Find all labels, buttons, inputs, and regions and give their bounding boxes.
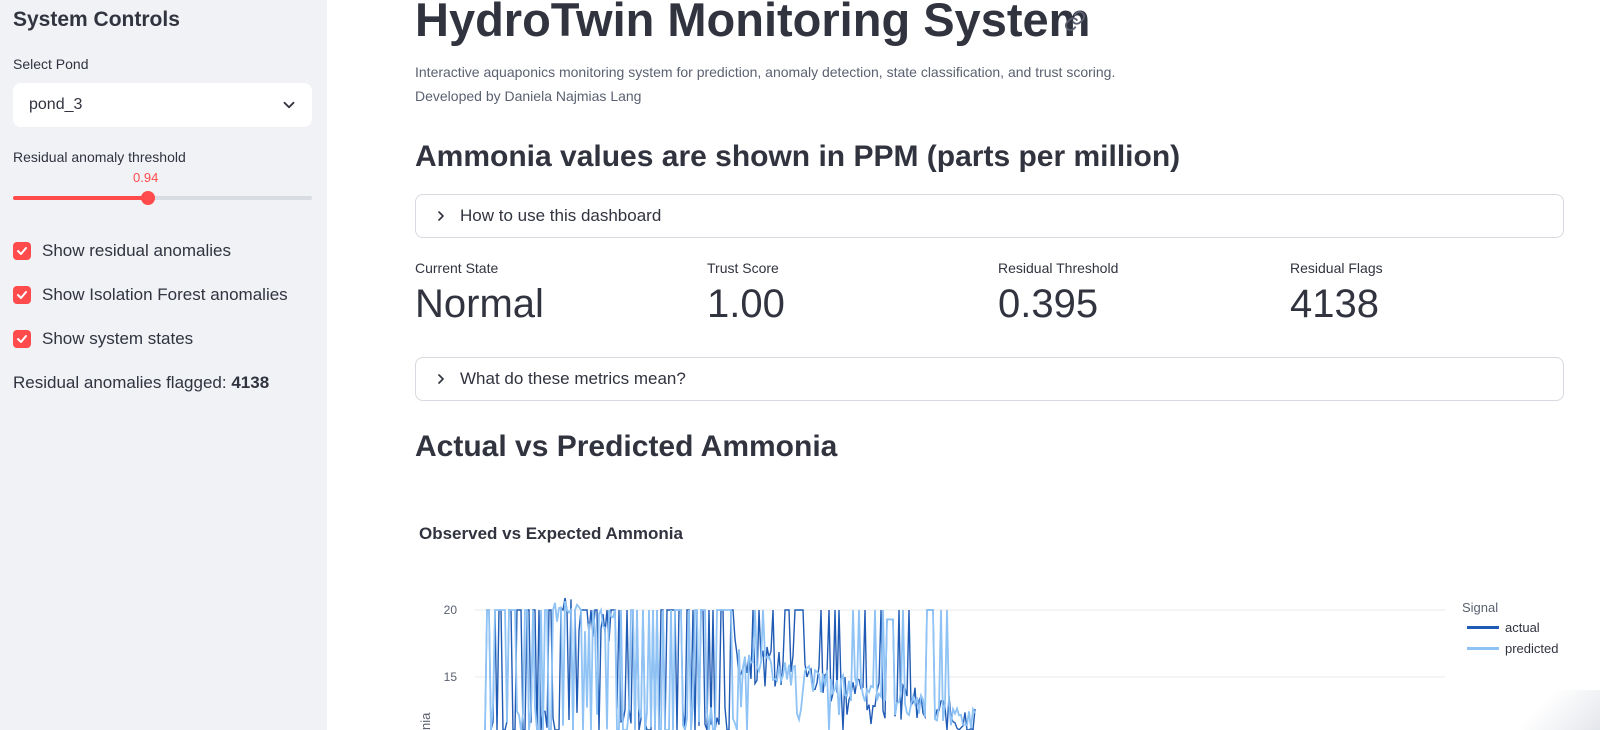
chevron-right-icon [438, 374, 444, 384]
corner-shadow [1520, 690, 1600, 730]
flagged-count: 4138 [231, 373, 270, 392]
page-author: Developed by Daniela Najmias Lang [415, 88, 642, 104]
threshold-slider-fill [13, 196, 148, 200]
chart-heading: Actual vs Predicted Ammonia [415, 430, 838, 463]
pond-select[interactable]: pond_3 [13, 83, 312, 127]
pond-select-label: Select Pond [13, 56, 89, 72]
checkbox-checked-icon[interactable] [13, 286, 31, 304]
threshold-slider-track[interactable] [13, 191, 312, 205]
page-description: Interactive aquaponics monitoring system… [415, 64, 1116, 80]
threshold-slider-label: Residual anomaly threshold [13, 149, 186, 165]
expander-label: How to use this dashboard [460, 206, 662, 225]
metric-residual-threshold: Residual Threshold 0.395 [998, 260, 1118, 327]
chevron-right-icon [438, 211, 444, 221]
link-icon[interactable] [1064, 10, 1086, 32]
page-title: HydroTwin Monitoring System [415, 0, 1091, 46]
metric-value: Normal [415, 282, 544, 326]
checkbox-isolation-forest-anomalies[interactable]: Show Isolation Forest anomalies [13, 285, 288, 305]
expander-label: What do these metrics mean? [460, 369, 686, 388]
checkbox-checked-icon[interactable] [13, 330, 31, 348]
legend-swatch-predicted [1467, 647, 1499, 650]
chart-legend-title: Signal [1462, 600, 1499, 615]
metric-value: 0.395 [998, 282, 1099, 326]
chevron-down-icon [283, 101, 295, 109]
metric-label: Trust Score [707, 260, 779, 276]
metric-label: Residual Threshold [998, 260, 1119, 276]
expander-metrics-meaning[interactable]: What do these metrics mean? [415, 357, 1564, 401]
metric-trust-score: Trust Score 1.00 [707, 260, 785, 327]
flagged-label: Residual anomalies flagged: [13, 373, 227, 392]
residual-flagged-summary: Residual anomalies flagged: 4138 [13, 373, 269, 393]
expander-how-to-use[interactable]: How to use this dashboard [415, 194, 1564, 238]
threshold-slider-value: 0.94 [133, 170, 159, 185]
checkbox-checked-icon[interactable] [13, 242, 31, 260]
chart-y-axis-label: nia [418, 712, 433, 730]
units-heading: Ammonia values are shown in PPM (parts p… [415, 140, 1181, 173]
sidebar-title: System Controls [13, 8, 180, 31]
legend-swatch-actual [1467, 626, 1499, 629]
metric-value: 1.00 [707, 282, 785, 326]
sidebar: System Controls Select Pond pond_3 Resid… [0, 0, 327, 730]
y-tick-label: 20 [444, 603, 458, 617]
checkbox-label: Show system states [42, 329, 194, 348]
metric-residual-flags: Residual Flags 4138 [1290, 260, 1383, 327]
metric-value: 4138 [1290, 282, 1379, 326]
legend-label: actual [1505, 620, 1540, 635]
metric-label: Residual Flags [1290, 260, 1383, 276]
checkbox-system-states[interactable]: Show system states [13, 329, 193, 349]
metric-label: Current State [415, 260, 499, 276]
legend-item-actual[interactable]: actual [1467, 620, 1540, 635]
chart-title: Observed vs Expected Ammonia [419, 524, 683, 543]
checkbox-residual-anomalies[interactable]: Show residual anomalies [13, 241, 231, 261]
legend-label: predicted [1505, 641, 1559, 656]
checkbox-label: Show residual anomalies [42, 241, 231, 260]
chart-y-ticks: 1520 [444, 603, 458, 684]
legend-item-predicted[interactable]: predicted [1467, 641, 1558, 656]
metric-current-state: Current State Normal [415, 260, 544, 327]
checkbox-label: Show Isolation Forest anomalies [42, 285, 288, 304]
threshold-slider-thumb[interactable] [140, 191, 155, 205]
chart-series-lines [484, 597, 976, 730]
pond-select-value: pond_3 [29, 96, 83, 113]
y-tick-label: 15 [444, 670, 458, 684]
ammonia-line-chart[interactable]: 1520 nia [415, 590, 1455, 730]
